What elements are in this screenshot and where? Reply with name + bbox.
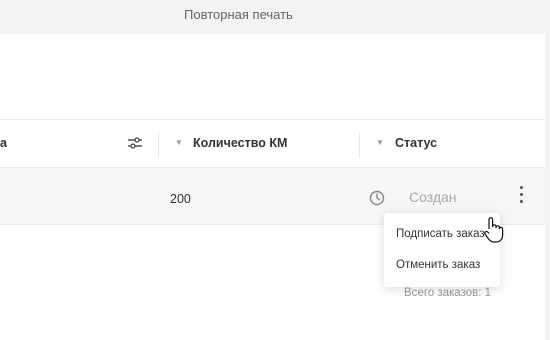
clock-icon bbox=[369, 190, 385, 206]
column-header-quantity[interactable]: Количество КМ bbox=[193, 136, 287, 150]
column-divider bbox=[359, 132, 360, 158]
column-header-status[interactable]: Статус bbox=[395, 136, 437, 150]
status-badge: Создан bbox=[409, 189, 457, 205]
menu-item-sign-order[interactable]: Подписать заказ bbox=[396, 228, 485, 240]
quantity-cell: 200 bbox=[170, 192, 191, 206]
column-divider bbox=[158, 132, 159, 158]
column-header-truncated[interactable]: а bbox=[0, 136, 7, 150]
hand-cursor-icon bbox=[484, 217, 504, 243]
menu-item-cancel-order[interactable]: Отменить заказ bbox=[396, 259, 480, 271]
sort-caret-icon[interactable]: ▼ bbox=[175, 138, 183, 147]
sliders-icon[interactable] bbox=[128, 137, 142, 149]
window-title: Повторная печать bbox=[184, 7, 293, 22]
row-menu-kebab-icon[interactable] bbox=[516, 186, 526, 208]
total-orders: Всего заказов: 1 bbox=[404, 287, 492, 299]
sort-caret-icon[interactable]: ▼ bbox=[376, 138, 384, 147]
table-header: а ▼ Количество КМ ▼ Статус bbox=[0, 119, 545, 167]
